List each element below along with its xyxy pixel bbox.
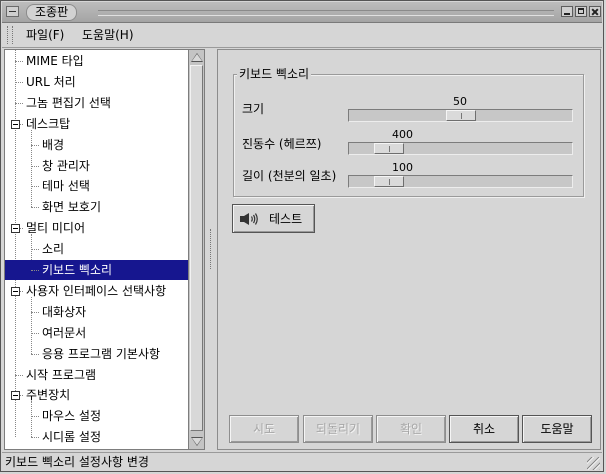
menu-help[interactable]: 도움말(H) — [80, 27, 136, 43]
tree-item[interactable]: 테마 선택 — [5, 176, 188, 196]
tree-item[interactable]: 소리 — [5, 239, 188, 259]
test-button-label: 테스트 — [269, 212, 303, 226]
status-bar: 키보드 삑소리 설정사항 변경 — [2, 452, 602, 472]
volume-slider[interactable] — [348, 109, 573, 122]
tree-item[interactable]: 시작 프로그램 — [5, 365, 188, 385]
tree-item[interactable]: 대화상자 — [5, 302, 188, 322]
tree-item[interactable]: 시디롬 설정 — [5, 427, 188, 447]
resize-grip-icon[interactable] — [587, 457, 600, 470]
pitch-slider[interactable] — [348, 142, 573, 155]
maximize-icon[interactable] — [575, 6, 587, 17]
tree-item-label: 테마 선택 — [42, 179, 90, 194]
tree-item[interactable]: 응용 프로그램 기본사항 — [5, 344, 188, 364]
tree-expander-icon[interactable] — [11, 391, 20, 401]
scroll-up-arrow-icon[interactable] — [190, 51, 203, 64]
cancel-button[interactable]: 취소 — [449, 415, 519, 443]
scroll-thumb[interactable] — [190, 65, 203, 431]
tree-expander-icon[interactable] — [11, 119, 20, 129]
volume-label: 크기 — [242, 102, 265, 116]
duration-slider[interactable] — [348, 175, 573, 188]
pitch-label: 진동수 (헤르쯔) — [242, 137, 322, 151]
ok-button[interactable]: 확인 — [376, 415, 446, 443]
pitch-slider-thumb[interactable] — [374, 143, 404, 154]
tree-item-label: 마우스 설정 — [42, 409, 102, 424]
duration-label: 길이 (천분의 일초) — [242, 169, 337, 183]
pane-divider-handle[interactable] — [207, 49, 215, 450]
tree-item-label: 소리 — [42, 242, 65, 257]
tree-item-label: 그놈 편집기 선택 — [26, 95, 111, 110]
tree-item-label: 응용 프로그램 기본사항 — [42, 346, 161, 361]
tree-item[interactable]: 화면 보호기 — [5, 197, 188, 217]
tree-item-label: 사용자 인터페이스 선택사항 — [26, 283, 167, 298]
tree-item[interactable]: 배경 — [5, 135, 188, 155]
close-icon[interactable] — [589, 6, 601, 17]
minimize-icon[interactable] — [561, 6, 573, 17]
keyboard-bell-frame-title: 키보드 삑소리 — [237, 66, 312, 82]
tree-item-label: 여러문서 — [42, 325, 87, 340]
title-bar[interactable]: 조종판 — [2, 2, 602, 23]
tree-item-label: 주변장치 — [26, 388, 71, 403]
tree-item-label: 시디롬 설정 — [42, 430, 102, 445]
tree-item[interactable]: 멀티 미디어 — [5, 218, 188, 238]
tree-scrollbar[interactable] — [188, 49, 205, 450]
menubar-grip-handle[interactable] — [7, 26, 13, 44]
status-text: 키보드 삑소리 설정사항 변경 — [5, 455, 149, 469]
capplet-tree: MIME 타입 URL 처리그놈 편집기 선택데스크탑배경창 관리자테마 선택화면… — [4, 49, 188, 450]
tree-item[interactable]: 사용자 인터페이스 선택사항 — [5, 281, 188, 301]
tree-item-label: 대화상자 — [42, 304, 87, 319]
tree-expander-icon[interactable] — [11, 286, 20, 296]
test-bell-button[interactable]: 테스트 — [232, 204, 315, 233]
pitch-value: 400 — [392, 128, 413, 141]
tree-item-label: 창 관리자 — [42, 158, 90, 173]
revert-button[interactable]: 되돌리기 — [303, 415, 373, 443]
tree-item-label: MIME 타입 — [26, 54, 84, 68]
tree-item[interactable]: 창 관리자 — [5, 156, 188, 176]
tree-item-label: 시작 프로그램 — [26, 367, 97, 382]
title-groove — [98, 10, 554, 16]
try-button[interactable]: 시도 — [229, 415, 299, 443]
tree-expander-icon[interactable] — [11, 224, 20, 234]
tree-item-label: 화면 보호기 — [42, 200, 102, 215]
menu-file[interactable]: 파일(F) — [24, 27, 66, 43]
tree-item-label: 키보드 삑소리 — [42, 263, 113, 277]
window-title: 조종판 — [26, 4, 78, 21]
help-button[interactable]: 도움말 — [522, 415, 592, 443]
window-menu-icon[interactable] — [6, 6, 19, 17]
control-center-window: 조종판 파일(F) 도움말(H) MIME 타입 URL 처리그놈 편집기 선택데… — [0, 0, 604, 472]
tree-item[interactable]: 키보드 삑소리 — [5, 260, 188, 280]
tree-item[interactable]: 그놈 편집기 선택 — [5, 93, 188, 113]
scroll-down-arrow-icon[interactable] — [190, 435, 203, 448]
tree-item-label: 멀티 미디어 — [26, 221, 86, 236]
tree-item[interactable]: 여러문서 — [5, 323, 188, 343]
menu-bar: 파일(F) 도움말(H) — [2, 23, 602, 48]
tree-item-label: 데스크탑 — [26, 116, 71, 131]
tree-item[interactable]: 데스크탑 — [5, 114, 188, 134]
tree-item-label: URL 처리 — [26, 74, 76, 89]
tree-item[interactable]: MIME 타입 — [5, 51, 188, 71]
speaker-icon — [240, 213, 258, 225]
tree-item-label: 배경 — [42, 137, 65, 152]
volume-value: 50 — [453, 95, 467, 108]
tree-item[interactable]: 마우스 설정 — [5, 406, 188, 426]
tree-item[interactable]: URL 처리 — [5, 72, 188, 92]
duration-value: 100 — [392, 161, 413, 174]
duration-slider-thumb[interactable] — [374, 176, 404, 187]
volume-slider-thumb[interactable] — [446, 110, 476, 121]
tree-item[interactable]: 주변장치 — [5, 385, 188, 405]
